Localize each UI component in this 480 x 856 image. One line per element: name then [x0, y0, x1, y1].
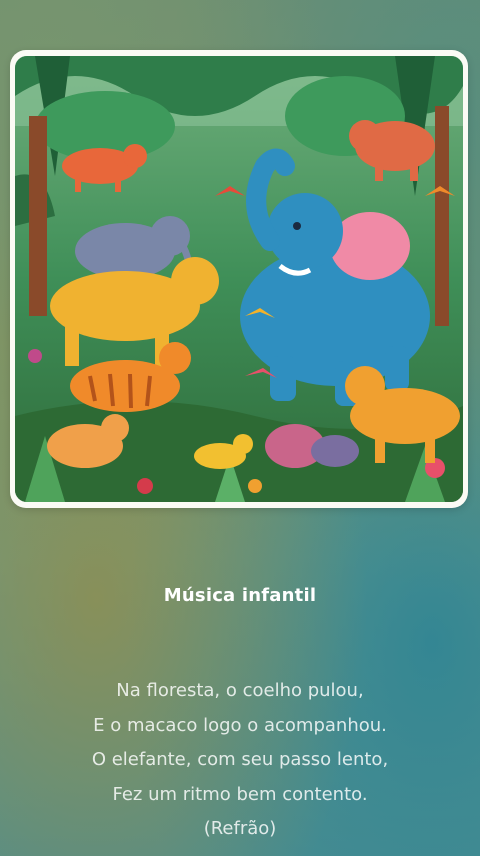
lyrics: Na floresta, o coelho pulou, E o macaco … — [0, 674, 480, 847]
song-title: Música infantil — [163, 585, 317, 606]
lyric-line: Fez um ritmo bem contento. — [112, 783, 368, 805]
lyric-line: E o macaco logo o acompanhou. — [93, 714, 387, 736]
lyric-line: Na floresta, o coelho pulou, — [116, 680, 364, 701]
lyric-line: (Refrão) — [203, 818, 277, 839]
lyric-line: O elefante, com seu passo lento, — [91, 749, 389, 770]
cover-image-card[interactable] — [10, 50, 468, 508]
jungle-animals-illustration — [15, 56, 463, 502]
